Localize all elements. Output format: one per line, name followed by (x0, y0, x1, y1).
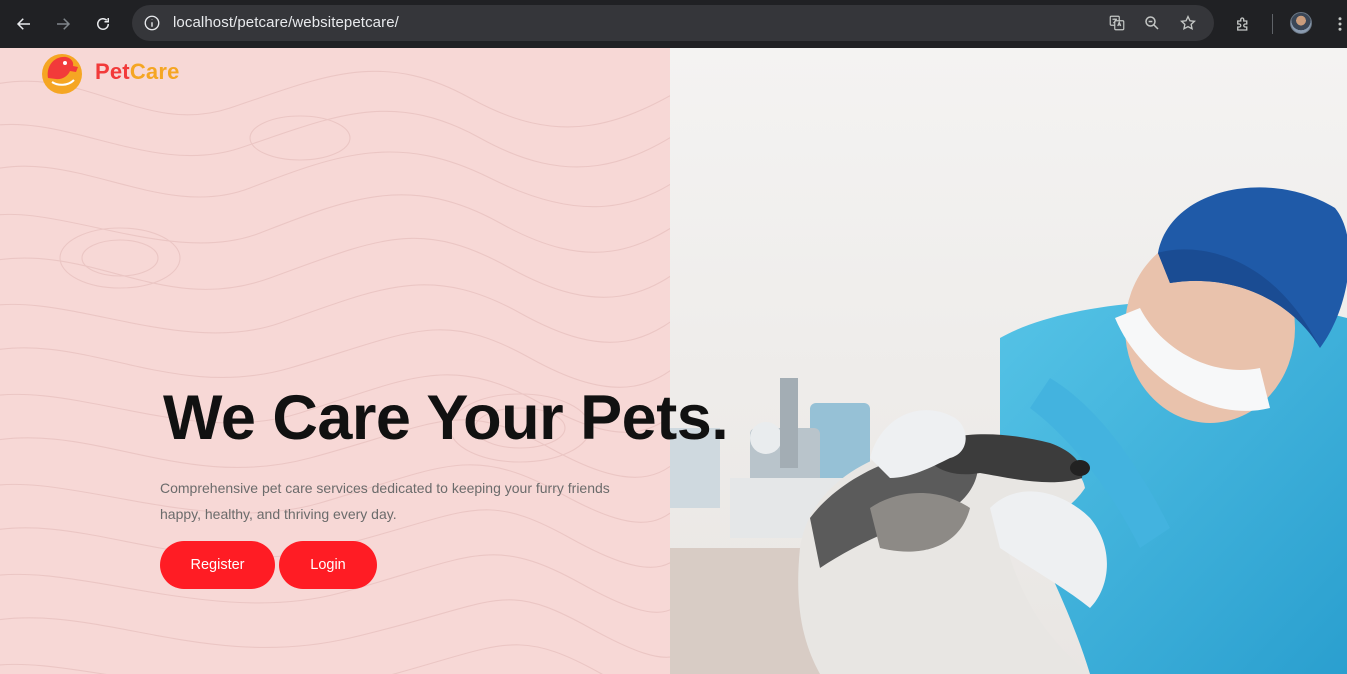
zoom-button[interactable] (1140, 11, 1164, 35)
forward-icon (57, 18, 71, 30)
hero-title: We Care Your Pets. (163, 383, 729, 453)
hero-description: Comprehensive pet care services dedicate… (160, 480, 610, 522)
bookmark-star-icon (1180, 15, 1196, 31)
extensions-icon (1237, 17, 1248, 31)
login-button[interactable]: Login (279, 541, 377, 589)
brand-name-care: Care (129, 59, 180, 84)
toolbar-separator (1272, 14, 1273, 34)
back-icon (16, 18, 30, 30)
brand-name-pet: Pet (95, 59, 130, 84)
address-bar[interactable]: localhost/petcare/websitepetcare/ (132, 5, 1214, 41)
hero-image-panel (670, 48, 1347, 674)
profile-avatar[interactable] (1290, 12, 1312, 34)
register-button[interactable]: Register (160, 541, 275, 589)
site-info-button[interactable] (140, 11, 164, 35)
forward-button[interactable] (49, 10, 77, 38)
page-content: PetCare We Care Your Pets. Comprehensive… (0, 48, 1347, 674)
reload-button[interactable] (89, 10, 117, 38)
menu-kebab-icon (1338, 17, 1342, 31)
zoom-icon (1145, 16, 1159, 30)
bookmark-button[interactable] (1176, 11, 1200, 35)
reload-icon (97, 18, 109, 30)
translate-button[interactable] (1105, 11, 1129, 35)
back-button[interactable] (10, 10, 38, 38)
brand-name: PetCare (95, 59, 180, 85)
menu-button[interactable] (1326, 10, 1347, 38)
browser-toolbar: localhost/petcare/websitepetcare/ (0, 0, 1347, 48)
brand-logo[interactable]: PetCare (38, 48, 180, 96)
translate-icon (1109, 15, 1125, 31)
url-text[interactable]: localhost/petcare/websitepetcare/ (173, 14, 399, 31)
site-info-icon (144, 15, 160, 31)
extensions-button[interactable] (1229, 10, 1257, 38)
vet-with-dog-photo (670, 48, 1347, 674)
paw-logo-icon (42, 54, 82, 94)
